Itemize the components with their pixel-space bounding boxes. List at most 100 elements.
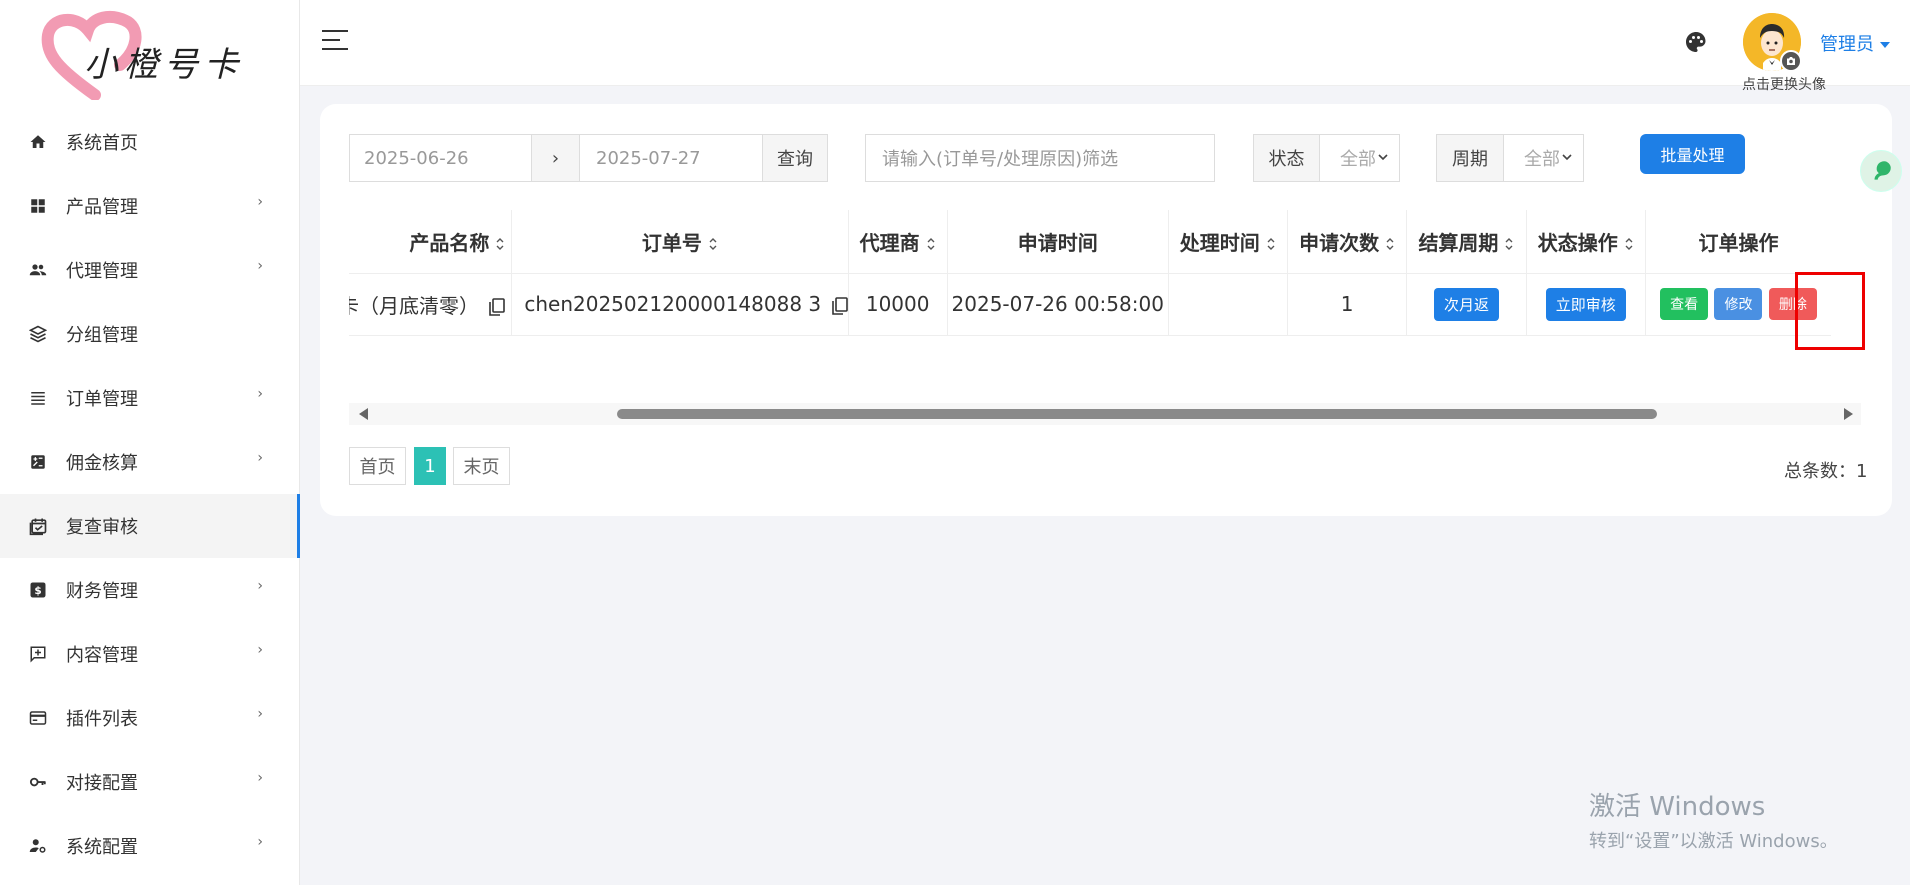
cell-agent: 10000 (848, 273, 948, 336)
list-icon (28, 388, 48, 408)
review-now-button[interactable]: 立即审核 (1545, 287, 1626, 321)
column-header-agent[interactable]: 代理商 (848, 210, 948, 274)
table-row: 号卡（月底清零） chen202502120000148088 3 10000 … (349, 273, 1831, 336)
menu-toggle-icon[interactable] (322, 30, 348, 50)
sort-icon (496, 238, 504, 251)
column-header-status-action[interactable]: 状态操作 (1526, 210, 1646, 274)
date-start-input[interactable]: 2025-06-26 (349, 134, 532, 182)
search-input[interactable]: 请输入(订单号/处理原因)筛选 (865, 134, 1215, 182)
chevron-right-icon: › (257, 450, 263, 466)
chevron-right-icon: › (257, 642, 263, 658)
horizontal-scrollbar[interactable] (349, 403, 1861, 425)
query-button[interactable]: 查询 (762, 134, 828, 182)
sidebar-item-groups[interactable]: 分组管理 (0, 302, 299, 366)
sort-icon (1386, 238, 1394, 251)
sort-icon (1267, 238, 1275, 251)
sidebar-item-label: 订单管理 (66, 389, 138, 410)
column-header-order-action: 订单操作 (1645, 210, 1831, 274)
sort-icon (927, 238, 935, 251)
copy-icon[interactable] (489, 298, 506, 316)
chevron-right-icon: › (257, 770, 263, 786)
sidebar-item-products[interactable]: 产品管理 › (0, 174, 299, 238)
key-icon (28, 772, 48, 792)
edit-button[interactable]: 修改 (1714, 288, 1763, 320)
sidebar-item-agents[interactable]: 代理管理 › (0, 238, 299, 302)
date-separator: › (531, 134, 580, 182)
sidebar-item-label: 复查审核 (66, 517, 138, 538)
calendar-check-icon (28, 516, 48, 536)
chevron-right-icon: › (257, 578, 263, 594)
chevron-right-icon: › (257, 706, 263, 722)
floating-assistant-icon[interactable] (1860, 150, 1902, 192)
sort-icon (1505, 238, 1513, 251)
palette-icon[interactable] (1684, 30, 1708, 54)
cell-apply-time: 2025-07-26 00:58:00 (947, 273, 1169, 336)
avatar-hint[interactable]: 点击更换头像 (1742, 74, 1826, 94)
caret-down-icon (1880, 42, 1890, 48)
chevron-down-icon (1378, 154, 1388, 161)
sidebar-item-commission[interactable]: 佣金核算 › (0, 430, 299, 494)
chevron-right-icon: › (257, 194, 263, 210)
camera-icon[interactable] (1780, 50, 1802, 72)
column-header-order-no[interactable]: 订单号 (511, 210, 849, 274)
watermark-line2: 转到“设置”以激活 Windows。 (1589, 831, 1838, 852)
svg-text:$: $ (34, 585, 41, 597)
add-comment-icon (28, 644, 48, 664)
logo-text: 小橙号卡 (84, 44, 244, 85)
table-header-row: 产品名称 订单号 代理商 申请时间 处理时间 申请次数 结算周期 状态操作 订单… (349, 210, 1831, 274)
column-header-process-time[interactable]: 处理时间 (1168, 210, 1288, 274)
copy-icon[interactable] (831, 296, 848, 315)
scroll-right-icon[interactable] (1844, 408, 1853, 420)
layers-icon (28, 324, 48, 344)
status-label: 状态 (1253, 134, 1320, 182)
date-end-input[interactable]: 2025-07-27 (579, 134, 763, 182)
sidebar-item-label: 对接配置 (66, 773, 138, 794)
sidebar-item-orders[interactable]: 订单管理 › (0, 366, 299, 430)
status-select[interactable]: 全部 (1319, 134, 1400, 182)
sidebar-item-system[interactable]: 系统配置 › (0, 814, 299, 878)
batch-process-button[interactable]: 批量处理 (1640, 134, 1745, 174)
next-month-return-button[interactable]: 次月返 (1433, 287, 1499, 321)
calc-icon (28, 452, 48, 472)
grid-icon (28, 196, 48, 216)
scroll-thumb[interactable] (617, 409, 1657, 419)
cell-order-no: chen202502120000148088 3 (511, 273, 849, 336)
sidebar-item-home[interactable]: 系统首页 (0, 110, 299, 174)
chevron-right-icon: › (257, 258, 263, 274)
view-button[interactable]: 查看 (1660, 288, 1709, 320)
period-label: 周期 (1436, 134, 1504, 182)
page-last-button[interactable]: 末页 (453, 447, 510, 485)
chevron-down-icon (1562, 154, 1572, 161)
home-icon (28, 132, 48, 152)
column-header-apply-count[interactable]: 申请次数 (1287, 210, 1408, 274)
period-select[interactable]: 全部 (1503, 134, 1584, 182)
cell-apply-count: 1 (1287, 273, 1408, 336)
page-first-button[interactable]: 首页 (349, 447, 406, 485)
user-menu[interactable]: 管理员 (1820, 30, 1890, 56)
sidebar-item-plugins[interactable]: 插件列表 › (0, 686, 299, 750)
scroll-left-icon[interactable] (359, 408, 368, 420)
cell-process-time (1168, 273, 1288, 336)
watermark-line1: 激活 Windows (1589, 792, 1766, 822)
sidebar-item-review[interactable]: 复查审核 (0, 494, 300, 558)
page-current-button[interactable]: 1 (414, 447, 446, 485)
sidebar-menu: 系统首页 产品管理 › 代理管理 › 分组管理 订单管理 › 佣金核算 › 复查… (0, 110, 300, 878)
user-gear-icon (28, 836, 48, 856)
column-header-period[interactable]: 结算周期 (1406, 210, 1527, 274)
sort-icon (709, 238, 717, 251)
column-header-product[interactable]: 产品名称 (349, 210, 513, 274)
dollar-icon: $ (28, 580, 48, 600)
sidebar-item-content[interactable]: 内容管理 › (0, 622, 299, 686)
sidebar: 小橙号卡 系统首页 产品管理 › 代理管理 › 分组管理 订单管理 › 佣金核算 (0, 0, 300, 885)
sidebar-item-integration[interactable]: 对接配置 › (0, 750, 299, 814)
sidebar-item-label: 财务管理 (66, 581, 138, 602)
cell-period: 次月返 (1406, 273, 1527, 336)
card-icon (28, 708, 48, 728)
delete-highlight-box (1795, 272, 1865, 350)
sidebar-item-finance[interactable]: $ 财务管理 › (0, 558, 299, 622)
chevron-right-icon: › (257, 834, 263, 850)
sidebar-item-label: 分组管理 (66, 325, 138, 346)
cell-product: 号卡（月底清零） (349, 273, 513, 336)
people-icon (28, 260, 48, 280)
total-count: 总条数：1 (1784, 461, 1868, 482)
